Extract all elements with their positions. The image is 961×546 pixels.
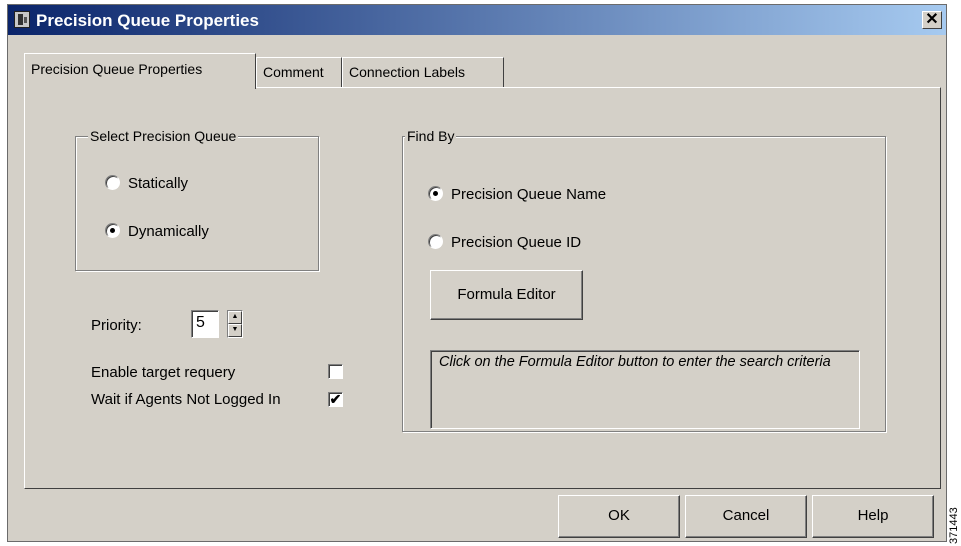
precision-queue-id-label: Precision Queue ID	[451, 234, 582, 251]
priority-input[interactable]: 5	[191, 310, 219, 338]
tab-precision-queue-properties[interactable]: Precision Queue Properties	[24, 53, 256, 89]
wait-if-agents-not-logged-in-checkbox[interactable]: ✔	[328, 392, 343, 407]
dynamically-radio-circle[interactable]	[105, 223, 120, 238]
statically-radio[interactable]: Statically	[105, 175, 188, 192]
ok-button[interactable]: OK	[558, 495, 680, 538]
precision-queue-id-radio-circle[interactable]	[428, 234, 443, 249]
precision-queue-properties-dialog: Precision Queue Properties ✕ Precision Q…	[7, 4, 947, 542]
help-button[interactable]: Help	[812, 495, 934, 538]
title-bar[interactable]: Precision Queue Properties ✕	[8, 5, 946, 35]
tab-connection-labels[interactable]: Connection Labels	[342, 57, 504, 87]
close-button[interactable]: ✕	[922, 11, 942, 29]
app-icon	[14, 11, 30, 28]
figure-id: 371443	[948, 507, 960, 544]
select-precision-queue-group: Select Precision Queue Statically Dynami…	[75, 128, 319, 271]
cancel-button[interactable]: Cancel	[685, 495, 807, 538]
priority-spinner: ▲ ▼	[227, 310, 243, 338]
dynamically-radio[interactable]: Dynamically	[105, 223, 209, 240]
dynamically-label: Dynamically	[128, 223, 209, 240]
enable-target-requery-checkbox[interactable]	[328, 364, 343, 379]
window-title: Precision Queue Properties	[36, 11, 259, 30]
precision-queue-name-label: Precision Queue Name	[451, 186, 607, 203]
precision-queue-name-radio[interactable]: Precision Queue Name	[428, 186, 606, 203]
tab-comment[interactable]: Comment	[256, 57, 342, 87]
statically-radio-circle[interactable]	[105, 175, 120, 190]
spin-down-icon[interactable]: ▼	[228, 324, 242, 337]
precision-queue-id-radio[interactable]: Precision Queue ID	[428, 234, 581, 251]
tab-panel: Select Precision Queue Statically Dynami…	[24, 87, 941, 489]
enable-target-requery-label: Enable target requery	[91, 364, 236, 381]
search-criteria-text: Click on the Formula Editor button to en…	[430, 350, 860, 429]
precision-queue-name-radio-circle[interactable]	[428, 186, 443, 201]
spin-up-icon[interactable]: ▲	[228, 311, 242, 324]
wait-if-agents-not-logged-in-label: Wait if Agents Not Logged In	[91, 391, 281, 408]
statically-label: Statically	[128, 175, 189, 192]
formula-editor-button[interactable]: Formula Editor	[430, 270, 583, 320]
select-precision-queue-label: Select Precision Queue	[88, 128, 239, 144]
find-by-label: Find By	[405, 128, 457, 144]
priority-label: Priority:	[91, 317, 142, 334]
find-by-group: Find By Precision Queue Name Precision Q…	[402, 128, 886, 432]
